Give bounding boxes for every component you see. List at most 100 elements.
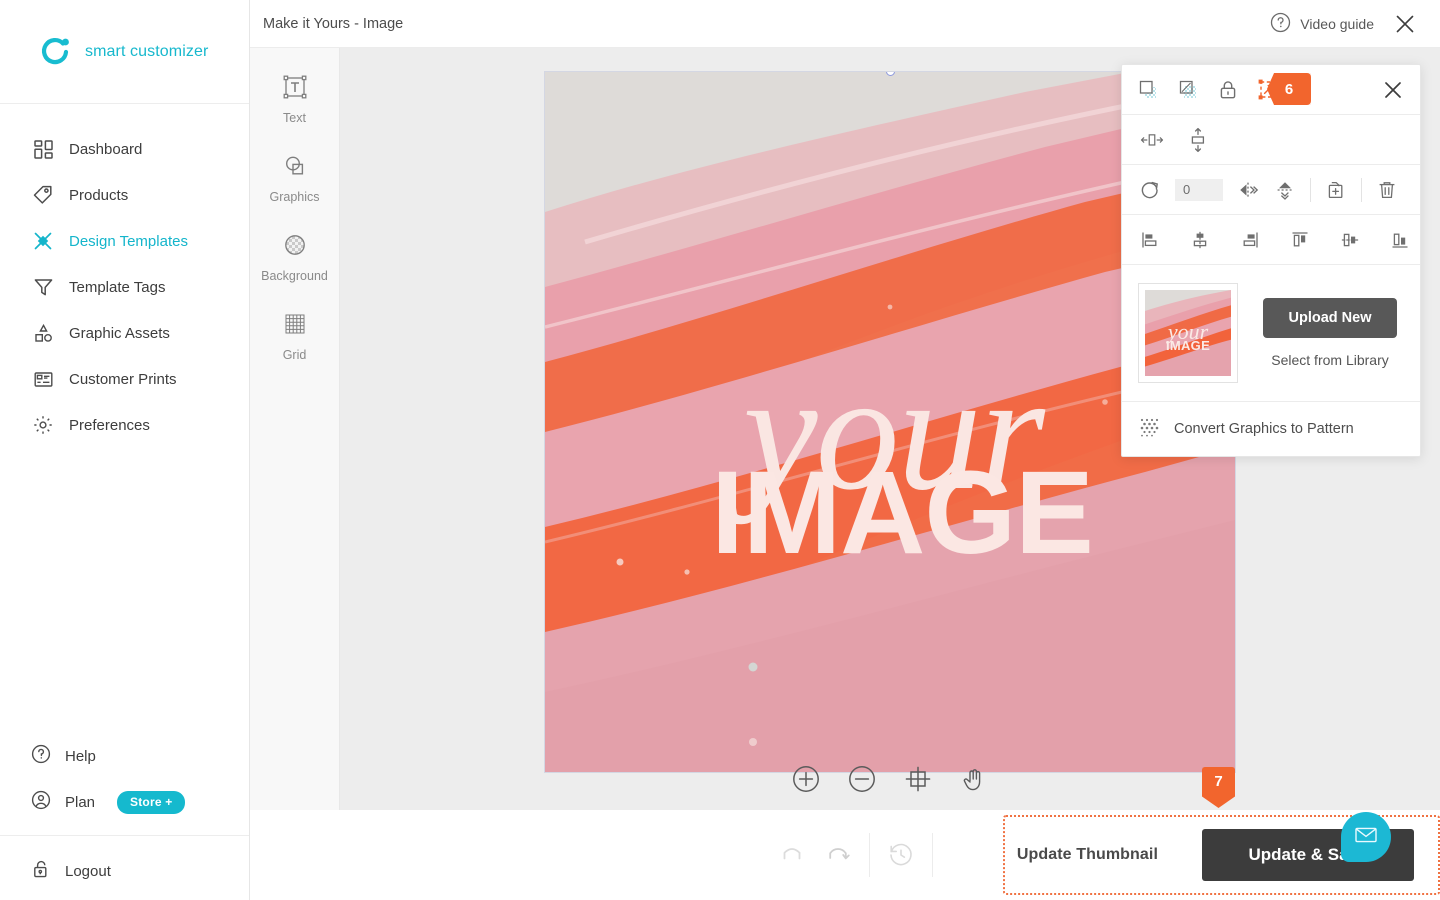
rotation-input[interactable] <box>1175 178 1223 201</box>
trash-icon[interactable] <box>1375 178 1399 202</box>
undo-icon[interactable] <box>769 832 815 878</box>
panel-divider-a <box>1310 177 1311 202</box>
sidebar-item-graphic-assets[interactable]: Graphic Assets <box>0 310 249 356</box>
sidebar-item-logout[interactable]: Logout <box>0 848 249 894</box>
sidebar-item-help[interactable]: Help <box>0 733 249 779</box>
sidebar-item-label: Preferences <box>69 416 150 434</box>
bottom-bar: Update Thumbnail Update & Save <box>250 810 1440 900</box>
page-title: Make it Yours - Image <box>263 15 404 32</box>
select-from-library-link[interactable]: Select from Library <box>1271 352 1388 368</box>
sidebar-item-label: Design Templates <box>69 232 188 250</box>
sidebar-item-label: Products <box>69 186 129 204</box>
sidebar-item-label: Plan <box>65 793 96 811</box>
zoom-out-icon[interactable] <box>845 762 879 796</box>
panel-row-align <box>1122 215 1420 265</box>
sidebar-item-products[interactable]: Products <box>0 172 249 218</box>
toolbar-divider-2 <box>931 833 933 877</box>
pattern-dots-icon <box>1138 416 1160 442</box>
hand-icon[interactable] <box>957 762 991 796</box>
step-badge-6: 6 <box>1267 73 1311 105</box>
brand-header[interactable]: smart customizer <box>0 0 249 104</box>
flip-horizontal-icon[interactable] <box>1236 178 1260 202</box>
tool-rail: Text Graphics Background Grid <box>250 48 340 810</box>
history-clock-icon[interactable] <box>878 832 924 878</box>
panel-upload-section: your IMAGE Upload New Select from Librar… <box>1122 265 1420 402</box>
tool-label: Text <box>283 111 306 125</box>
tag-icon <box>31 183 55 207</box>
panel-close-icon[interactable] <box>1380 77 1406 103</box>
sidebar-item-label: Dashboard <box>69 140 143 158</box>
align-center-horizontal-icon[interactable] <box>1188 228 1212 252</box>
sidebar-nav: Dashboard Products Design Templates Temp… <box>0 104 249 448</box>
unlock-icon <box>31 859 51 883</box>
history-controls <box>769 832 941 878</box>
question-circle-icon <box>31 744 51 768</box>
align-right-icon[interactable] <box>1238 228 1262 252</box>
sidebar-item-design-templates[interactable]: Design Templates <box>0 218 249 264</box>
panel-row-transform <box>1122 165 1420 215</box>
align-middle-vertical-icon[interactable] <box>1338 228 1362 252</box>
sidebar-footer: Help Plan Store + Logout <box>0 733 249 900</box>
align-top-icon[interactable] <box>1288 228 1312 252</box>
brand-name: smart customizer <box>85 42 209 60</box>
envelope-icon <box>1353 822 1379 853</box>
convert-to-pattern-button[interactable]: Convert Graphics to Pattern <box>1122 402 1420 456</box>
video-guide-button[interactable]: Video guide <box>1270 12 1374 36</box>
thumbnail-text: your IMAGE <box>1145 320 1231 354</box>
sidebar-item-label: Graphic Assets <box>69 324 170 342</box>
close-icon[interactable] <box>1392 11 1418 37</box>
fit-frame-icon[interactable] <box>901 762 935 796</box>
thumbnail-block-text: IMAGE <box>1165 338 1211 354</box>
plan-store-badge[interactable]: Store + <box>117 790 186 814</box>
thumbnail-preview: your IMAGE <box>1145 290 1231 376</box>
question-circle-icon <box>1270 12 1291 36</box>
tool-label: Background <box>261 269 328 283</box>
mask-checker-icon[interactable] <box>1176 78 1200 102</box>
align-bottom-icon[interactable] <box>1388 228 1412 252</box>
fit-horizontal-icon[interactable] <box>1140 128 1164 152</box>
toolbar-divider <box>868 833 870 877</box>
image-thumbnail[interactable]: your IMAGE <box>1138 283 1238 383</box>
tool-grid[interactable]: Grid <box>255 307 335 367</box>
tool-background[interactable]: Background <box>255 228 335 288</box>
sidebar-item-customer-prints[interactable]: Customer Prints <box>0 356 249 402</box>
fit-vertical-icon[interactable] <box>1186 127 1210 152</box>
redo-icon[interactable] <box>815 832 861 878</box>
user-circle-icon <box>31 790 51 814</box>
funnel-icon <box>31 275 55 299</box>
sidebar-item-template-tags[interactable]: Template Tags <box>0 264 249 310</box>
upload-new-button[interactable]: Upload New <box>1262 298 1398 338</box>
print-list-icon <box>31 367 55 391</box>
tool-text[interactable]: Text <box>255 70 335 130</box>
convert-label: Convert Graphics to Pattern <box>1174 421 1354 437</box>
update-thumbnail-button[interactable]: Update Thumbnail <box>987 846 1188 864</box>
sidebar-item-plan[interactable]: Plan Store + <box>0 779 249 825</box>
rotate-icon[interactable] <box>1138 178 1162 202</box>
chat-widget-button[interactable] <box>1341 812 1391 862</box>
zoom-in-icon[interactable] <box>789 762 823 796</box>
circle-dot-logo-icon <box>38 35 72 69</box>
canvas-zoom-controls <box>340 762 1440 796</box>
tool-graphics[interactable]: Graphics <box>255 149 335 209</box>
tool-label: Graphics <box>269 190 320 204</box>
panel-divider-b <box>1361 177 1362 202</box>
sidebar-item-label: Help <box>65 747 96 765</box>
app-root: smart customizer Dashboard Products Desi… <box>0 0 1440 900</box>
duplicate-icon[interactable] <box>1324 178 1348 202</box>
mask-square-icon[interactable] <box>1136 78 1160 102</box>
sidebar-item-preferences[interactable]: Preferences <box>0 402 249 448</box>
flip-vertical-icon[interactable] <box>1273 178 1297 202</box>
topbar-actions: Video guide <box>1270 11 1418 37</box>
shapes-overlap-icon <box>283 154 307 183</box>
sidebar-divider <box>0 835 249 836</box>
panel-row-fit <box>1122 115 1420 165</box>
checker-circle-icon <box>283 233 307 262</box>
sidebar-item-label: Logout <box>65 862 111 880</box>
grid-icon <box>283 312 307 341</box>
sidebar-item-dashboard[interactable]: Dashboard <box>0 126 249 172</box>
lock-icon[interactable] <box>1216 78 1240 102</box>
align-left-icon[interactable] <box>1138 228 1162 252</box>
shapes-icon <box>31 321 55 345</box>
dashboard-grid-icon <box>31 137 55 161</box>
